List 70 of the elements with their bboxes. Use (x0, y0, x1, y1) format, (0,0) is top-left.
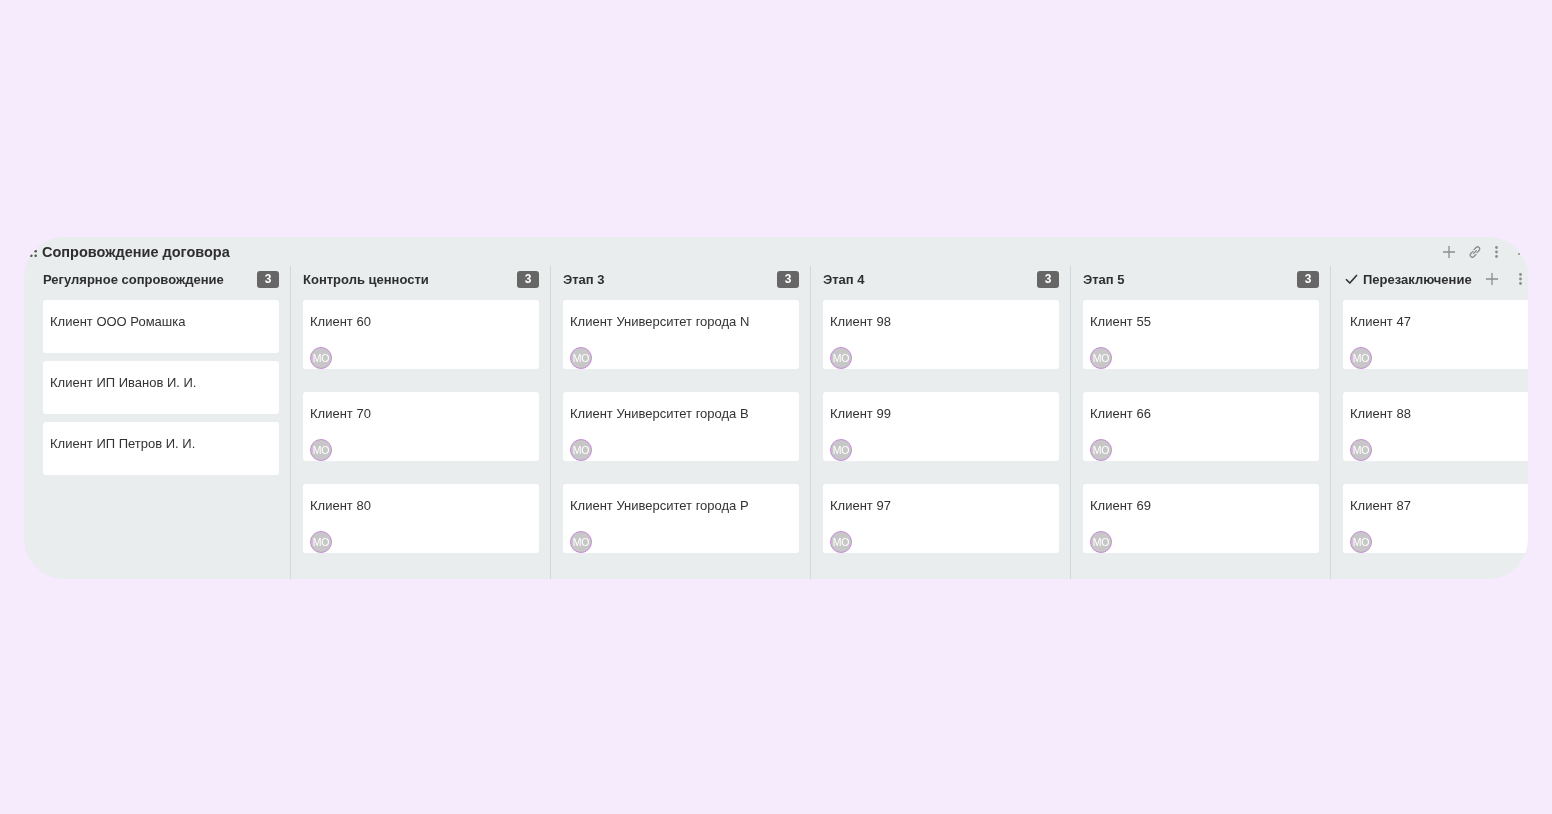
card-title: Клиент ИП Петров И. И. (50, 436, 197, 453)
column-title: Контроль ценности (303, 271, 429, 287)
client-card[interactable]: Клиент 80 МО (303, 484, 539, 553)
client-card[interactable]: Клиент 47 МО (1343, 300, 1528, 369)
avatar: МО (830, 439, 852, 461)
plus-icon[interactable] (1443, 245, 1455, 258)
card-title: Клиент 98 (830, 314, 892, 330)
column-title: Этап 4 (823, 271, 865, 287)
client-card[interactable]: Клиент Университет города N МО (563, 300, 799, 369)
client-card[interactable]: Клиент 55 МО (1083, 300, 1319, 369)
client-card[interactable]: Клиент 69 МО (1083, 484, 1319, 553)
count-badge: 3 (517, 270, 539, 288)
column-title: Регулярное сопровождение (43, 271, 224, 287)
client-card[interactable]: Клиент 60 МО (303, 300, 539, 369)
card-title: Клиент Университет города B (570, 406, 750, 422)
column-title: Этап 3 (563, 271, 605, 287)
avatar: МО (1090, 347, 1112, 369)
card-title: Клиент 55 (1090, 314, 1152, 330)
plus-icon[interactable] (1485, 273, 1498, 285)
client-card[interactable]: Клиент 66 МО (1083, 392, 1319, 461)
count-badge: 3 (1297, 270, 1319, 288)
avatar: МО (1090, 439, 1112, 461)
avatar: МО (310, 531, 332, 553)
avatar: МО (570, 439, 592, 461)
client-card[interactable]: Клиент ИП Петров И. И. (43, 422, 279, 475)
card-title: Клиент 97 (830, 498, 892, 514)
avatar: МО (830, 531, 852, 553)
vertical-dots-icon[interactable] (1518, 273, 1522, 285)
client-card[interactable]: Клиент 87 МО (1343, 484, 1528, 553)
card-title: Клиент 60 (310, 314, 372, 330)
card-title: Клиент 66 (1090, 406, 1152, 422)
client-card[interactable]: Клиент Университет города B МО (563, 392, 799, 461)
avatar: МО (310, 439, 332, 461)
board-title: Сопровождение договора (42, 243, 230, 260)
grip-icon[interactable] (30, 249, 37, 257)
column-title: Этап 5 (1083, 271, 1125, 287)
client-card[interactable]: Клиент ООО Ромашка (43, 300, 279, 353)
avatar: МО (570, 347, 592, 369)
check-icon (1345, 274, 1358, 284)
avatar: МО (1090, 531, 1112, 553)
column-title: Перезаключение (1363, 271, 1472, 287)
card-title: Клиент ИП Иванов И. И. (50, 375, 198, 392)
avatar: МО (1350, 439, 1372, 461)
card-title: Клиент 80 (310, 498, 372, 514)
avatar: МО (310, 347, 332, 369)
count-badge: 3 (1037, 270, 1059, 288)
card-title: Клиент 99 (830, 406, 892, 422)
link-icon[interactable] (1469, 245, 1481, 258)
card-title: Клиент Университет города N (570, 314, 751, 330)
card-title: Клиент 88 (1350, 406, 1412, 422)
client-card[interactable]: Клиент ИП Иванов И. И. (43, 361, 279, 414)
avatar: МО (570, 531, 592, 553)
client-card[interactable]: Клиент 99 МО (823, 392, 1059, 461)
card-title: Клиент 87 (1350, 498, 1412, 514)
card-title: Клиент ООО Ромашка (50, 314, 187, 331)
vertical-dots-icon[interactable] (1495, 245, 1498, 258)
card-title: Клиент 69 (1090, 498, 1152, 514)
count-badge: 3 (777, 270, 799, 288)
card-title: Клиент Университет города P (570, 498, 750, 514)
count-badge: 3 (257, 270, 279, 288)
client-card[interactable]: Клиент 98 МО (823, 300, 1059, 369)
client-card[interactable]: Клиент Университет города P МО (563, 484, 799, 553)
card-title: Клиент 47 (1350, 314, 1412, 330)
client-card[interactable]: Клиент 70 МО (303, 392, 539, 461)
client-card[interactable]: Клиент 97 МО (823, 484, 1059, 553)
client-card[interactable]: Клиент 88 МО (1343, 392, 1528, 461)
card-title: Клиент 70 (310, 406, 372, 422)
avatar: МО (1350, 531, 1372, 553)
avatar: МО (830, 347, 852, 369)
avatar: МО (1350, 347, 1372, 369)
